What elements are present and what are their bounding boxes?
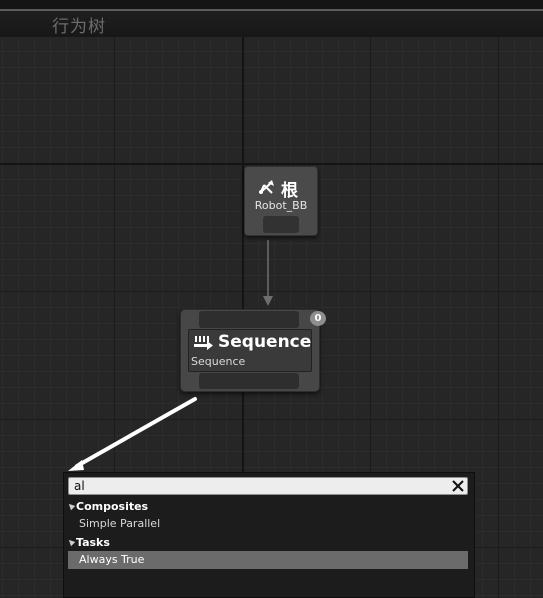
list-item-always-true[interactable]: Always True (68, 551, 468, 569)
sequence-node-subtitle: Sequence (191, 355, 246, 368)
category-tasks[interactable]: Tasks (66, 534, 468, 551)
sequence-node[interactable]: Sequence Sequence (180, 309, 320, 392)
drag-connection-wire (75, 397, 197, 468)
close-icon (452, 480, 464, 492)
sequence-output-pin[interactable] (199, 373, 299, 389)
root-node-title: 根 (281, 181, 298, 201)
sequence-node-title: Sequence (218, 332, 312, 352)
search-input[interactable] (69, 478, 445, 494)
expand-arrow-icon (66, 537, 76, 547)
search-box (68, 477, 468, 495)
root-node[interactable]: 根 Robot_BB (244, 166, 318, 236)
list-item-simple-parallel[interactable]: Simple Parallel (68, 515, 468, 533)
category-label: Composites (76, 500, 149, 513)
execution-index-badge: 0 (310, 311, 326, 326)
drag-connection-arrowhead (68, 460, 84, 471)
root-to-sequence-arrowhead (263, 296, 273, 306)
root-branch-icon (259, 180, 274, 194)
sequence-node-body[interactable]: Sequence Sequence (188, 329, 312, 372)
category-composites[interactable]: Composites (66, 498, 468, 515)
top-strip (0, 0, 543, 11)
root-output-pin[interactable] (263, 216, 299, 233)
clear-search-button[interactable] (450, 478, 466, 494)
category-label: Tasks (76, 536, 110, 549)
node-search-popup: Composites Simple Parallel Tasks Always … (63, 472, 475, 598)
graph-title: 行为树 (52, 17, 106, 37)
sequence-input-pin[interactable] (199, 311, 299, 328)
sequence-icon (194, 336, 213, 350)
root-node-subtitle: Robot_BB (254, 199, 308, 212)
expand-arrow-icon (66, 501, 76, 511)
